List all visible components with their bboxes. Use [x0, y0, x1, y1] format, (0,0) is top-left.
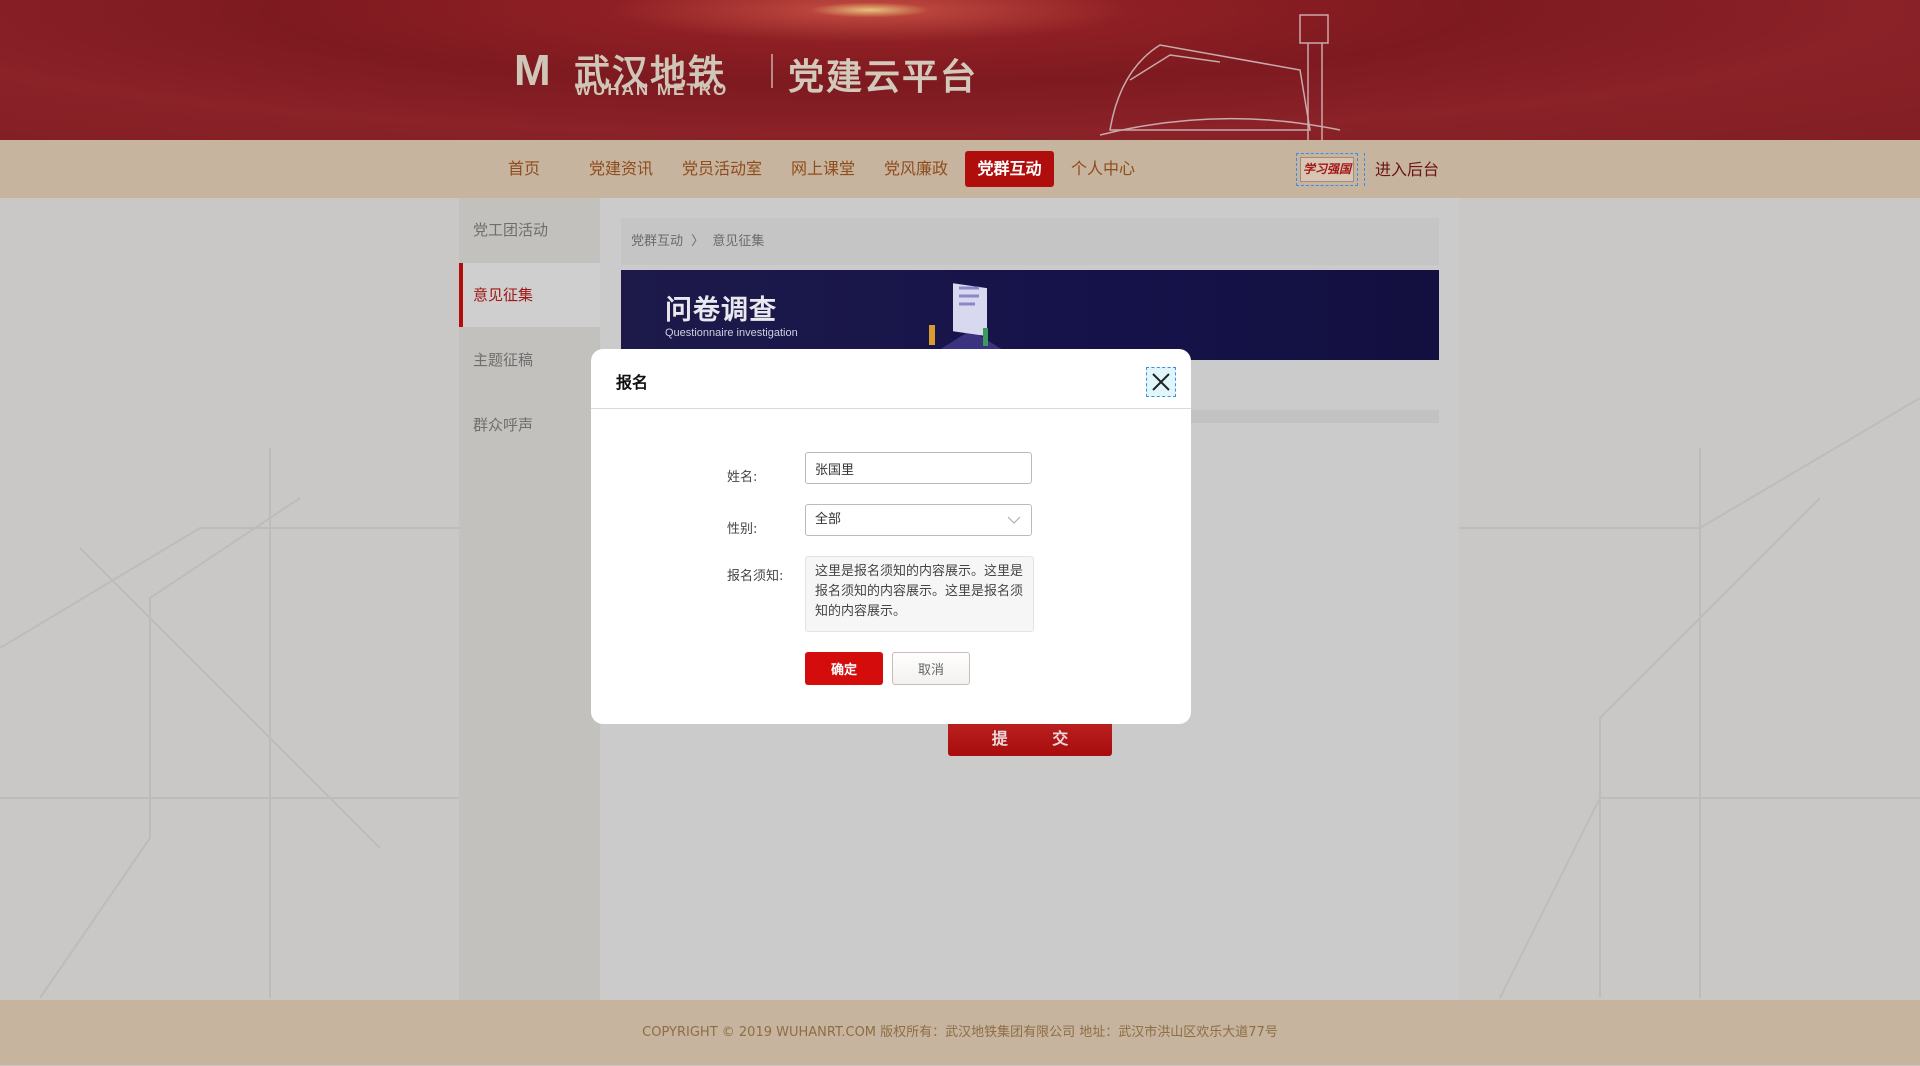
close-icon	[1152, 373, 1170, 391]
xuexi-qiangguo-link[interactable]: 学习强国	[1296, 153, 1358, 186]
metro-logo-icon: M	[514, 46, 551, 95]
gender-label: 性别:	[727, 522, 758, 537]
enter-backend-link[interactable]: 进入后台	[1364, 153, 1439, 186]
footer: COPYRIGHT © 2019 WUHANRT.COM 版权所有：武汉地铁集团…	[0, 1000, 1920, 1065]
nav-member-activity[interactable]: 党员活动室	[670, 151, 774, 187]
gender-select[interactable]: 全部	[805, 504, 1032, 536]
gender-select-value: 全部	[815, 512, 842, 527]
close-button[interactable]	[1146, 367, 1176, 397]
modal-header: 报名	[591, 349, 1191, 409]
breadcrumb-current: 意见征集	[712, 234, 765, 249]
site-header: M 武汉地铁 WUHAN METRO 党建云平台	[0, 0, 1920, 140]
breadcrumb-parent[interactable]: 党群互动	[631, 234, 683, 249]
sidebar-item-public-voice[interactable]: 群众呼声	[459, 393, 600, 457]
signup-modal: 报名 姓名: 性别: 全部 报名须知: 这里是报名须知的内容展示。这里是报名须知…	[591, 349, 1191, 724]
breadcrumb: 党群互动 〉 意见征集	[621, 218, 1439, 265]
nav-interaction[interactable]: 党群互动	[965, 151, 1054, 187]
sidebar-item-opinion[interactable]: 意见征集	[459, 263, 600, 327]
cancel-button[interactable]: 取消	[892, 652, 970, 685]
chevron-down-icon	[1007, 516, 1021, 524]
notice-text: 这里是报名须知的内容展示。这里是报名须知的内容展示。这里是报名须知的内容展示。	[805, 556, 1034, 632]
modal-title: 报名	[616, 373, 649, 392]
nav-personal-center[interactable]: 个人中心	[1059, 151, 1147, 187]
name-input[interactable]	[805, 452, 1032, 484]
nav-online-class[interactable]: 网上课堂	[779, 151, 867, 187]
train-illustration-icon	[1100, 14, 1341, 140]
sidebar-item-union-activity[interactable]: 党工团活动	[459, 198, 600, 262]
main-nav: 首页 党建资讯 党员活动室 网上课堂 党风廉政 党群互动 个人中心	[0, 140, 1920, 198]
sidebar-item-theme-submission[interactable]: 主题征稿	[459, 328, 600, 392]
nav-home[interactable]: 首页	[496, 151, 552, 187]
document-illustration-icon	[929, 283, 1011, 355]
submit-button[interactable]: 提 交	[948, 724, 1112, 756]
confirm-button[interactable]: 确定	[805, 652, 883, 685]
nav-party-news[interactable]: 党建资讯	[577, 151, 665, 187]
name-label: 姓名:	[727, 470, 758, 485]
logo-divider	[771, 54, 773, 88]
banner-subtitle: Questionnaire investigation	[665, 327, 798, 339]
sidebar: 党工团活动 意见征集 主题征稿 群众呼声	[459, 198, 600, 1000]
chevron-right-icon: 〉	[691, 234, 705, 249]
notice-label: 报名须知:	[727, 569, 784, 584]
xuexi-qiangguo-label: 学习强国	[1300, 157, 1354, 182]
logo-english: WUHAN METRO	[575, 80, 729, 99]
platform-title: 党建云平台	[788, 57, 979, 98]
banner-title: 问卷调查	[665, 295, 777, 326]
nav-integrity[interactable]: 党风廉政	[872, 151, 960, 187]
